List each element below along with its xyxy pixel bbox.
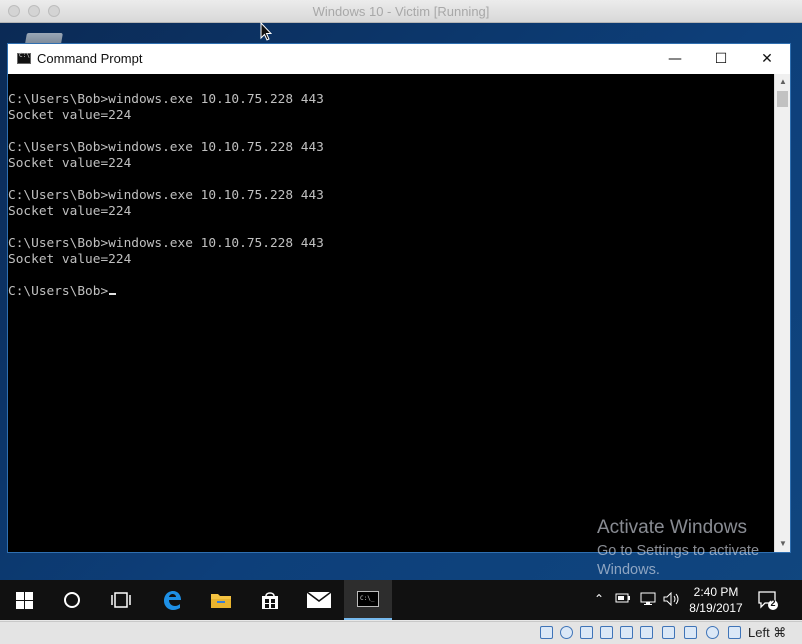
taskbar: C:\_ ⌃ 2:40 PM 8/19/2017 2 (0, 580, 802, 620)
close-button[interactable]: ✕ (744, 44, 790, 74)
cpu-activity-icon[interactable] (706, 626, 719, 639)
watermark-subtitle: Go to Settings to activate Windows. (597, 543, 760, 578)
console-line: Socket value=224 (8, 252, 132, 267)
console-line: C:\Users\Bob>windows.exe 10.10.75.228 44… (8, 236, 324, 251)
cortana-icon[interactable] (48, 580, 96, 620)
scroll-down-arrow-icon[interactable]: ▼ (775, 536, 791, 552)
start-icon[interactable] (0, 580, 48, 620)
vertical-scrollbar[interactable]: ▲ ▼ (774, 74, 790, 552)
keyboard-capture-icon[interactable] (728, 626, 741, 639)
window-title: Command Prompt (37, 51, 143, 66)
network-icon[interactable] (640, 592, 656, 609)
display-icon[interactable] (662, 626, 675, 639)
shared-folders-icon[interactable] (640, 626, 653, 639)
vbox-status-bar: Left ⌘ (0, 621, 802, 644)
console-output[interactable]: C:\Users\Bob>windows.exe 10.10.75.228 44… (8, 74, 776, 552)
console-line: Socket value=224 (8, 204, 132, 219)
store-icon[interactable] (246, 580, 294, 620)
console-line: C:\Users\Bob>windows.exe 10.10.75.228 44… (8, 140, 324, 155)
show-hidden-icons-icon[interactable]: ⌃ (594, 592, 604, 606)
window-title-bar[interactable]: Command Prompt — ☐ ✕ (8, 44, 790, 74)
clock-date: 8/19/2017 (689, 601, 743, 615)
notification-count-badge: 2 (770, 598, 776, 608)
console-line: Socket value=224 (8, 108, 132, 123)
hard-disk-icon[interactable] (540, 626, 553, 639)
minimize-button[interactable]: — (652, 44, 698, 74)
usb-icon[interactable] (620, 626, 633, 639)
system-clock[interactable]: 2:40 PM 8/19/2017 (684, 584, 748, 616)
watermark-title: Activate Windows (597, 517, 747, 538)
task-view-icon[interactable] (97, 580, 145, 620)
host-key-label: Left ⌘ (748, 625, 787, 640)
text-cursor (109, 293, 117, 295)
network-adapter-icon[interactable] (600, 626, 613, 639)
svg-text:C:\_: C:\_ (360, 595, 375, 602)
prompt: C:\Users\Bob> (8, 284, 109, 299)
edge-icon[interactable] (148, 580, 196, 620)
mail-icon[interactable] (295, 580, 343, 620)
cmd-app-icon[interactable] (17, 52, 31, 64)
video-capture-icon[interactable] (684, 626, 697, 639)
audio-icon[interactable] (580, 626, 593, 639)
console-line: Socket value=224 (8, 156, 132, 171)
scroll-up-arrow-icon[interactable]: ▲ (775, 74, 791, 90)
activation-watermark: Activate Windows Go to Settings to activ… (597, 517, 777, 580)
volume-icon[interactable] (663, 591, 681, 609)
cmd-icon[interactable]: C:\_ (344, 580, 392, 620)
maximize-button[interactable]: ☐ (698, 44, 744, 74)
command-prompt-window: Command Prompt — ☐ ✕ C:\Users\Bob>window… (7, 43, 791, 553)
host-title-bar: Windows 10 - Victim [Running] (0, 0, 802, 23)
scrollbar-thumb[interactable] (777, 91, 788, 107)
optical-drive-icon[interactable] (560, 626, 573, 639)
action-center-icon[interactable]: 2 (758, 590, 778, 610)
clock-time: 2:40 PM (693, 585, 739, 599)
power-icon[interactable] (615, 592, 631, 607)
file-explorer-icon[interactable] (197, 580, 245, 620)
guest-desktop: Command Prompt — ☐ ✕ C:\Users\Bob>window… (0, 23, 802, 620)
console-line: C:\Users\Bob>windows.exe 10.10.75.228 44… (8, 188, 324, 203)
console-line: C:\Users\Bob>windows.exe 10.10.75.228 44… (8, 92, 324, 107)
host-window-title: Windows 10 - Victim [Running] (312, 4, 490, 19)
mouse-pointer-icon (260, 22, 272, 41)
